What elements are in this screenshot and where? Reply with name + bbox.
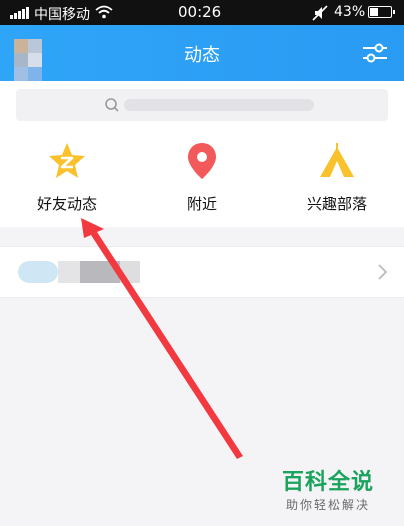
watermark-title: 百科全说 <box>282 470 375 495</box>
watermark-subtitle: 助你轻松解决 <box>286 498 371 512</box>
arrow-shape <box>81 218 243 459</box>
watermark-logo: 百科全说 助你轻松解决 <box>274 462 404 522</box>
annotation-arrow <box>81 218 243 459</box>
